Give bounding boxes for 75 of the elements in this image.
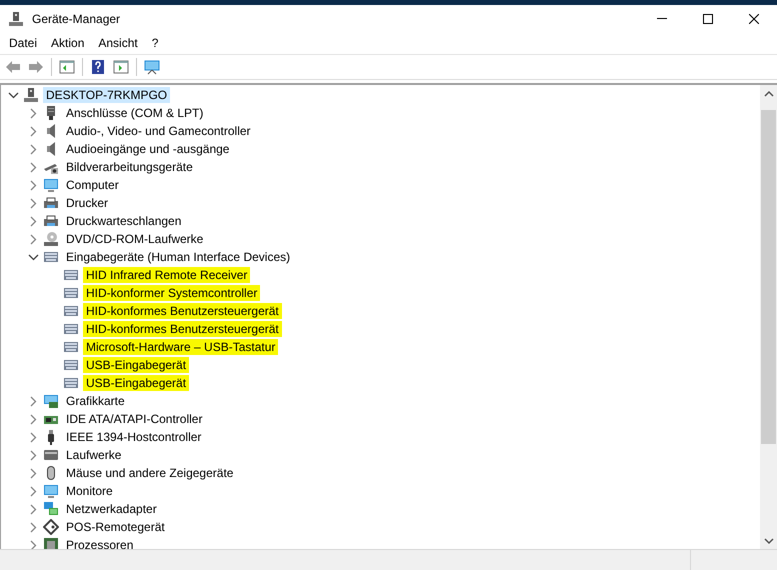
tree-item[interactable]: Druckwarteschlangen — [63, 213, 184, 229]
printer-icon — [43, 195, 59, 211]
tree-item[interactable]: HID-konformer Systemcontroller — [83, 285, 260, 301]
keyboard-icon — [63, 357, 79, 373]
maximize-icon[interactable] — [703, 14, 713, 24]
tree-item[interactable]: Monitore — [63, 483, 116, 499]
chevron-right-icon[interactable] — [30, 504, 36, 514]
tree-item[interactable]: Drucker — [63, 195, 112, 211]
chevron-right-icon[interactable] — [30, 126, 36, 136]
network-icon — [43, 501, 59, 517]
chevron-right-icon[interactable] — [30, 108, 36, 118]
tree-item[interactable]: POS-Remotegerät — [63, 519, 168, 535]
chevron-right-icon[interactable] — [30, 522, 36, 532]
chevron-right-icon[interactable] — [30, 540, 36, 549]
chevron-right-icon[interactable] — [30, 216, 36, 226]
disc-drive-icon — [43, 231, 59, 247]
tree-item[interactable]: HID-konformes Benutzersteuergerät — [83, 303, 282, 319]
chevron-right-icon[interactable] — [30, 198, 36, 208]
menu-item[interactable]: Datei — [2, 34, 44, 52]
tree-item[interactable]: Bildverarbeitungsgeräte — [63, 159, 196, 175]
menu-item[interactable]: ? — [144, 34, 166, 52]
keyboard-icon — [63, 267, 79, 283]
keyboard-icon — [63, 375, 79, 391]
chevron-down-icon[interactable] — [28, 254, 38, 260]
keyboard-icon — [63, 321, 79, 337]
chevron-right-icon[interactable] — [30, 450, 36, 460]
tree-item[interactable]: IEEE 1394-Hostcontroller — [63, 429, 204, 445]
tree-item[interactable]: Mäuse und andere Zeigegeräte — [63, 465, 236, 481]
menu-item[interactable]: Aktion — [44, 34, 92, 52]
tree-item[interactable]: Prozessoren — [63, 537, 136, 549]
monitor-icon — [43, 483, 59, 499]
drive-icon — [43, 447, 59, 463]
monitor-icon — [43, 177, 59, 193]
tree-item[interactable]: USB-Eingabegerät — [83, 357, 190, 373]
window-title: Geräte-Manager — [32, 12, 120, 26]
tree-item[interactable]: Microsoft-Hardware – USB-Tastatur — [83, 339, 278, 355]
computer-icon — [8, 10, 24, 26]
tree-item[interactable]: HID Infrared Remote Receiver — [83, 267, 250, 283]
chevron-right-icon[interactable] — [30, 414, 36, 424]
tree-item[interactable]: HID-konformes Benutzersteuergerät — [83, 321, 282, 337]
chevron-right-icon[interactable] — [30, 180, 36, 190]
chevron-down-icon[interactable] — [8, 92, 18, 98]
chevron-right-icon[interactable] — [30, 486, 36, 496]
keyboard-icon — [63, 303, 79, 319]
chevron-right-icon[interactable] — [30, 432, 36, 442]
keyboard-icon — [43, 249, 59, 265]
chip-icon — [43, 537, 59, 549]
tree-item[interactable]: DESKTOP-7RKMPGO — [43, 87, 170, 103]
keyboard-icon — [63, 339, 79, 355]
tree-item[interactable]: Netzwerkadapter — [63, 501, 160, 517]
scroll-thumb[interactable] — [761, 110, 776, 444]
printer-icon — [43, 213, 59, 229]
tree-item[interactable]: Laufwerke — [63, 447, 124, 463]
tree-item[interactable]: Anschlüsse (COM & LPT) — [63, 105, 206, 121]
scroll-up-icon — [764, 90, 774, 98]
keyboard-icon — [63, 285, 79, 301]
chevron-right-icon[interactable] — [30, 162, 36, 172]
close-icon[interactable] — [749, 14, 759, 24]
tree-item[interactable]: Eingabegeräte (Human Interface Devices) — [63, 249, 294, 265]
chevron-right-icon[interactable] — [30, 468, 36, 478]
tree-item[interactable]: IDE ATA/ATAPI-Controller — [63, 411, 206, 427]
tree-item[interactable]: Computer — [63, 177, 122, 193]
diamond-icon — [43, 519, 59, 535]
computer-icon — [23, 87, 39, 103]
chevron-right-icon[interactable] — [30, 396, 36, 406]
menu-item[interactable]: Ansicht — [91, 34, 145, 52]
tree-item[interactable]: Audioeingänge und -ausgänge — [63, 141, 232, 157]
tree-item[interactable]: Grafikkarte — [63, 393, 128, 409]
tree-item[interactable]: DVD/CD-ROM-Laufwerke — [63, 231, 206, 247]
chevron-right-icon[interactable] — [30, 234, 36, 244]
chevron-right-icon[interactable] — [30, 144, 36, 154]
tree-item[interactable]: Audio-, Video- und Gamecontroller — [63, 123, 254, 139]
graphics-card-icon — [43, 393, 59, 409]
tree-item[interactable]: USB-Eingabegerät — [83, 375, 190, 391]
scroll-down-icon — [764, 536, 774, 544]
